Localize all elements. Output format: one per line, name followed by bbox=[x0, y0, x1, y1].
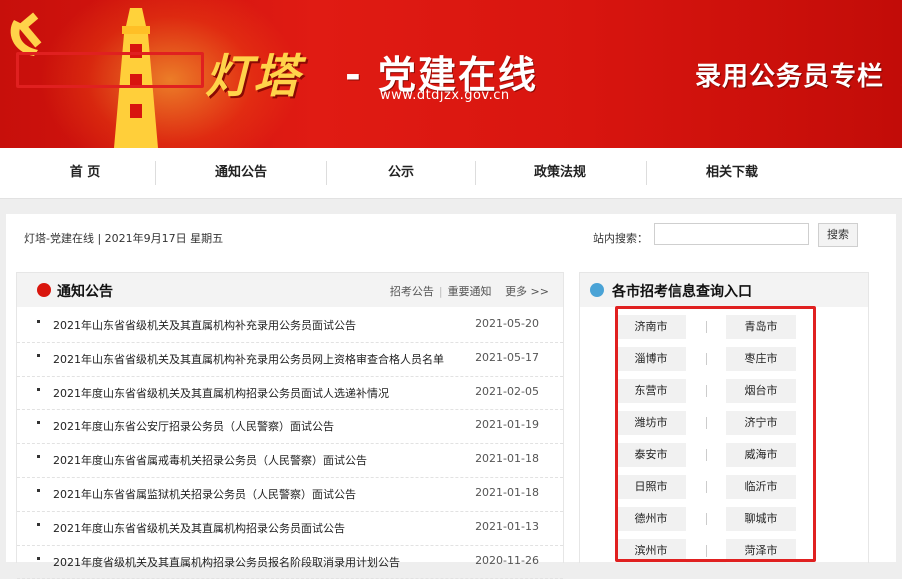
nav-item-publicity[interactable]: 公示 bbox=[316, 148, 486, 198]
nav-item-downloads[interactable]: 相关下载 bbox=[647, 148, 817, 198]
breadcrumb: 灯塔-党建在线 | 2021年9月17日 星期五 bbox=[24, 232, 224, 245]
notice-row[interactable]: 2021年山东省省级机关及其直属机构补充录用公务员网上资格审查合格人员名单 202… bbox=[17, 343, 563, 377]
notice-row[interactable]: 2021年度山东省省级机关及其直属机构招录公务员面试人选递补情况 2021-02-… bbox=[17, 377, 563, 411]
main-nav: 首 页 通知公告 公示 政策法规 相关下载 bbox=[0, 148, 902, 199]
site-url: www.dtdjzx.gov.cn bbox=[380, 88, 510, 103]
notice-list: 2021年山东省省级机关及其直属机构补充录用公务员面试公告 2021-05-20 … bbox=[17, 309, 563, 579]
bullet bbox=[37, 387, 40, 391]
notice-panel-title: 通知公告 bbox=[57, 284, 113, 300]
notice-date: 2021-01-18 bbox=[475, 485, 539, 499]
notice-row[interactable]: 2021年度山东省省属戒毒机关招录公务员（人民警察）面试公告 2021-01-18 bbox=[17, 444, 563, 478]
notice-row[interactable]: 2021年度山东省公安厅招录公务员（人民警察）面试公告 2021-01-19 bbox=[17, 410, 563, 445]
notice-icon bbox=[37, 283, 51, 297]
notice-title-text[interactable]: 2021年山东省省级机关及其直属机构补充录用公务员网上资格审查合格人员名单 bbox=[53, 351, 444, 367]
logo-text: 灯塔 bbox=[205, 49, 301, 103]
search-label: 站内搜索： bbox=[593, 232, 648, 245]
bullet bbox=[37, 488, 40, 492]
notice-title-text[interactable]: 2021年度山东省省属戒毒机关招录公务员（人民警察）面试公告 bbox=[53, 452, 367, 468]
search-button[interactable]: 搜索 bbox=[818, 223, 858, 247]
bullet bbox=[37, 455, 40, 459]
nav-item-policies[interactable]: 政策法规 bbox=[475, 148, 645, 198]
notice-panel: 通知公告 招考公告 | 重要通知 更多 >> 2021年山东省省级机关及其直属机构补… bbox=[16, 272, 564, 579]
column-title: 录用公务员专栏 bbox=[694, 62, 884, 92]
bullet bbox=[37, 353, 40, 357]
bullet bbox=[37, 556, 40, 560]
notice-date: 2021-02-05 bbox=[475, 384, 539, 398]
link-divider bbox=[497, 285, 501, 298]
notice-title-text[interactable]: 2021年山东省省属监狱机关招录公务员（人民警察）面试公告 bbox=[53, 486, 356, 502]
notice-date: 2021-05-17 bbox=[475, 350, 539, 364]
notice-date: 2021-05-20 bbox=[475, 317, 539, 330]
nav-item-notices[interactable]: 通知公告 bbox=[156, 148, 326, 198]
notice-date: 2020-11-26 bbox=[475, 553, 539, 567]
notice-title-text[interactable]: 2021年度山东省公安厅招录公务员（人民警察）面试公告 bbox=[53, 418, 334, 434]
city-panel-header: 各市招考信息查询入口 bbox=[580, 273, 868, 307]
notice-row[interactable]: 2021年山东省省级机关及其直属机构补充录用公务员面试公告 2021-05-20 bbox=[17, 309, 563, 343]
notice-date: 2021-01-13 bbox=[475, 519, 539, 533]
city-panel-title: 各市招考信息查询入口 bbox=[612, 284, 752, 300]
notice-panel-header: 通知公告 招考公告 | 重要通知 更多 >> bbox=[17, 273, 563, 307]
notice-title-text[interactable]: 2021年度山东省省级机关及其直属机构招录公务员面试人选递补情况 bbox=[53, 385, 389, 401]
bullet bbox=[37, 320, 40, 323]
notice-date: 2021-01-19 bbox=[475, 418, 539, 432]
bullet bbox=[37, 421, 40, 425]
notice-row[interactable]: 2021年度省级机关及其直属机构招录公务员报名阶段取消录用计划公告 2020-11… bbox=[17, 546, 563, 579]
notice-row[interactable]: 2021年山东省省属监狱机关招录公务员（人民警察）面试公告 2021-01-18 bbox=[17, 478, 563, 512]
search-icon bbox=[590, 283, 604, 297]
link-divider: | bbox=[438, 285, 443, 298]
notice-panel-links: 招考公告 | 重要通知 更多 >> bbox=[390, 283, 549, 299]
notice-date: 2021-01-18 bbox=[475, 452, 539, 466]
search-input[interactable] bbox=[654, 223, 809, 245]
nav-item-home[interactable]: 首 页 bbox=[0, 148, 170, 198]
link-recruitment-notices[interactable]: 招考公告 bbox=[390, 285, 434, 298]
notice-title-text[interactable]: 2021年度山东省省级机关及其直属机构招录公务员面试公告 bbox=[53, 520, 345, 536]
more-link[interactable]: 更多 >> bbox=[505, 285, 549, 298]
bullet bbox=[37, 522, 40, 526]
link-important-notices[interactable]: 重要通知 bbox=[448, 285, 492, 298]
highlight-box-notice bbox=[16, 52, 204, 88]
notice-title-text[interactable]: 2021年山东省省级机关及其直属机构补充录用公务员面试公告 bbox=[53, 317, 356, 333]
highlight-box-cities bbox=[615, 306, 816, 562]
notice-row[interactable]: 2021年度山东省省级机关及其直属机构招录公务员面试公告 2021-01-13 bbox=[17, 512, 563, 546]
